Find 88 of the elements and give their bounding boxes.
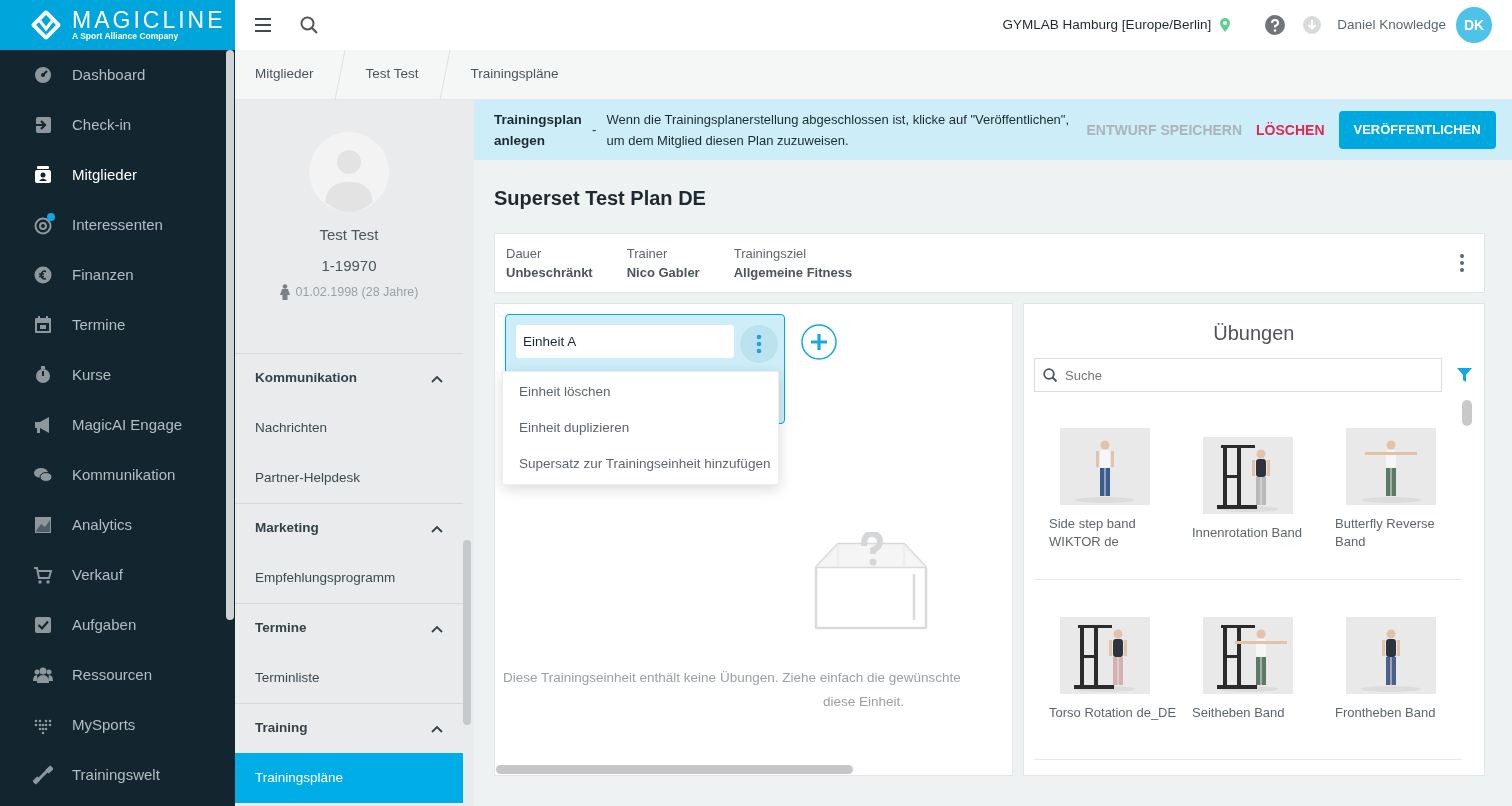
exercise-name[interactable]: Torso Rotation de_DE — [1049, 704, 1177, 722]
search-field[interactable]: Suche — [1034, 358, 1442, 392]
notice-title: Trainingsplan anlegen — [494, 111, 583, 150]
nav-item[interactable]: Trainingswelt — [0, 750, 235, 800]
nav-item[interactable]: Finanzen — [0, 250, 235, 300]
panel-title: Übungen — [1212, 321, 1296, 346]
nav-item[interactable]: Dashboard — [0, 50, 235, 100]
check-in-icon — [33, 115, 53, 135]
people-icon — [33, 665, 53, 685]
menu-item[interactable]: Partner-Helpdesk — [235, 453, 463, 503]
exercise-name[interactable]: Seitheben Band — [1192, 704, 1320, 722]
target-icon — [33, 215, 53, 235]
scrollbar[interactable] — [463, 540, 471, 725]
nav-item[interactable]: Kommunikation — [0, 450, 235, 500]
dumbbell-icon — [33, 765, 53, 785]
filter-icon[interactable] — [1457, 368, 1472, 382]
menu-item[interactable]: Einheit löschen — [503, 374, 778, 410]
section-title: Marketing — [255, 519, 319, 538]
menu-item[interactable]: Terminliste — [235, 653, 463, 703]
chevron-up-icon[interactable] — [431, 374, 443, 383]
notice-message: Wenn die Trainingsplanerstellung abgeschlossen ist, klicke auf "Veröffentlichen", um dem Mitglied diesen Plan zuzuweisen. — [606, 111, 1071, 150]
section-title: Kommunikation — [255, 369, 357, 388]
dashboard-icon — [33, 65, 53, 85]
scrollbar[interactable] — [496, 765, 853, 774]
chat-icon — [33, 465, 53, 485]
nav-item[interactable]: Kurse — [0, 350, 235, 400]
section-title: Termine — [255, 619, 307, 638]
exercise-name[interactable]: Frontheben Band — [1335, 704, 1463, 722]
chevron-up-icon[interactable] — [431, 624, 443, 633]
breadcrumb-link[interactable]: Mitglieder — [235, 50, 334, 99]
add-button[interactable] — [801, 323, 837, 360]
nav-item[interactable]: Mitglieder — [0, 150, 235, 200]
empty-message: diese Einheit. — [822, 693, 906, 711]
scrollbar[interactable] — [1462, 400, 1472, 426]
search-icon[interactable] — [300, 16, 318, 34]
empty-box-icon — [814, 532, 928, 630]
search-icon — [1043, 368, 1057, 382]
checkbox-icon — [33, 615, 53, 635]
brand-tagline: A Sport Alliance Company — [72, 32, 180, 41]
unit-name-field[interactable]: Einheit A — [516, 325, 734, 358]
nav-item[interactable]: Interessenten — [0, 200, 235, 250]
chevron-up-icon[interactable] — [431, 524, 443, 533]
field-label: Dauer — [506, 244, 543, 263]
chevron-up-icon[interactable] — [431, 724, 443, 733]
exercise-name[interactable]: Side step band WIKTOR de — [1049, 515, 1177, 551]
nav-item[interactable]: Termine — [0, 300, 235, 350]
nav-item[interactable]: Aufgaben — [0, 600, 235, 650]
location-pin-icon — [1220, 18, 1231, 32]
scrollbar[interactable] — [226, 50, 234, 620]
field-value: Nico Gabler — [626, 264, 700, 282]
member-number: 1-19970 — [321, 255, 377, 276]
nav-item[interactable]: Ressourcen — [0, 650, 235, 700]
field-label: Trainer — [626, 244, 669, 263]
exercise-name[interactable]: Innenrotation Band — [1192, 524, 1320, 542]
field-value: Allgemeine Fitness — [733, 264, 853, 282]
stopwatch-icon — [33, 365, 53, 385]
birth-date: 01.02.1998 (28 Jahre) — [295, 284, 419, 301]
notice-separator: - — [592, 120, 597, 139]
field-label: Trainingsziel — [733, 244, 808, 263]
more-options-icon[interactable] — [1459, 254, 1464, 272]
member-name: Test Test — [319, 225, 379, 245]
chart-icon — [33, 515, 53, 535]
breadcrumb-link[interactable]: Trainingspläne — [450, 50, 579, 99]
brand-name: MAGICLINE — [72, 9, 226, 33]
calendar-icon — [33, 315, 53, 335]
member-card-icon — [33, 165, 53, 185]
nav-item[interactable]: Analytics — [0, 500, 235, 550]
help-icon[interactable] — [1265, 15, 1286, 35]
menu-icon[interactable] — [255, 18, 271, 32]
field-value: Unbeschränkt — [506, 264, 593, 282]
nav-item[interactable]: MySports — [0, 700, 235, 750]
menu-item[interactable]: Supersatz zur Trainingseinheit hinzufügen — [503, 446, 778, 482]
nav-item[interactable]: MagicAI Engage — [0, 400, 235, 450]
plan-title: Superset Test Plan DE — [494, 186, 707, 211]
exercise-name[interactable]: Butterfly Reverse Band — [1335, 515, 1463, 551]
action-button[interactable]: LÖSCHEN — [1256, 119, 1325, 141]
breadcrumb-link[interactable]: Test Test — [345, 50, 439, 99]
menu-item[interactable]: Nachrichten — [235, 403, 463, 453]
nav-item[interactable]: Verkauf — [0, 550, 235, 600]
person-icon — [279, 284, 292, 301]
nav-item[interactable]: Check-in — [0, 100, 235, 150]
empty-message: Diese Trainingseinheit enthält keine Übungen. Ziehe einfach die gewünschte — [502, 669, 962, 687]
location-label[interactable]: GYMLAB Hamburg [Europe/Berlin] — [1002, 14, 1212, 36]
user-name[interactable]: Daniel Knowledge — [1337, 14, 1446, 36]
euro-icon — [33, 265, 53, 285]
menu-item[interactable]: Empfehlungsprogramm — [235, 553, 463, 603]
cart-icon — [33, 565, 53, 585]
section-title: Training — [255, 719, 308, 738]
